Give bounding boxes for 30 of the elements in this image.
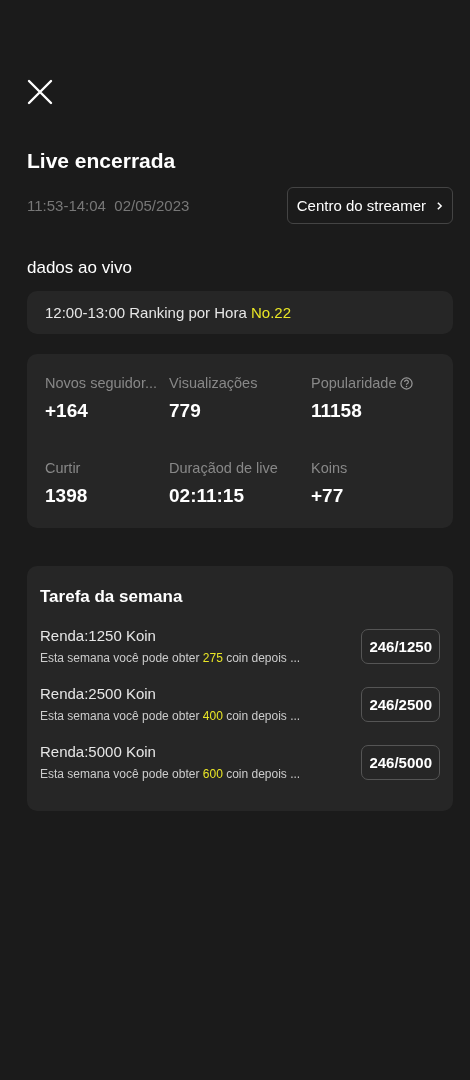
help-icon[interactable] [400, 376, 414, 390]
task-description: Esta semana você pode obter 400 coin depois ... [40, 709, 301, 723]
stat-value: +164 [45, 400, 89, 422]
stat-label: Koins [311, 460, 348, 476]
stat-label: Novos seguidor... [45, 375, 158, 391]
stat-value: +77 [311, 485, 345, 507]
task-title: Renda:5000 Koin [40, 743, 157, 760]
task-title: Renda:2500 Koin [40, 685, 157, 702]
stat-label: Popularidade [311, 375, 397, 391]
task-progress-button[interactable]: 246/2500 [361, 686, 440, 722]
task-progress-button[interactable]: 246/5000 [361, 744, 440, 780]
task-title: Renda:1250 Koin [40, 627, 157, 644]
stat-label: Curtir [45, 460, 81, 476]
streamer-center-button[interactable]: Centro do streamer [286, 187, 453, 224]
close-icon[interactable] [27, 79, 53, 105]
section-heading: dados ao vivo [27, 258, 133, 278]
stat-label: Duraçãod de live [169, 460, 278, 476]
stat-value: 11158 [311, 400, 363, 422]
stat-value: 02:11:15 [169, 485, 245, 507]
tasks-heading: Tarefa da semana [40, 587, 184, 607]
chevron-icon [436, 200, 443, 211]
task-description: Esta semana você pode obter 275 coin depois ... [40, 651, 301, 665]
live-time: 11:53-14:04 02/05/2023 [27, 197, 190, 214]
stat-value: 1398 [45, 485, 89, 507]
stat-value: 779 [169, 400, 202, 422]
ranking-text: 12:00-13:00 Ranking por Hora No.22 [45, 304, 291, 321]
task-progress-button[interactable]: 246/1250 [361, 628, 440, 664]
task-description: Esta semana você pode obter 600 coin depois ... [40, 767, 301, 781]
page-title: Live encerrada [27, 149, 177, 173]
stat-label: Visualizações [169, 375, 258, 391]
